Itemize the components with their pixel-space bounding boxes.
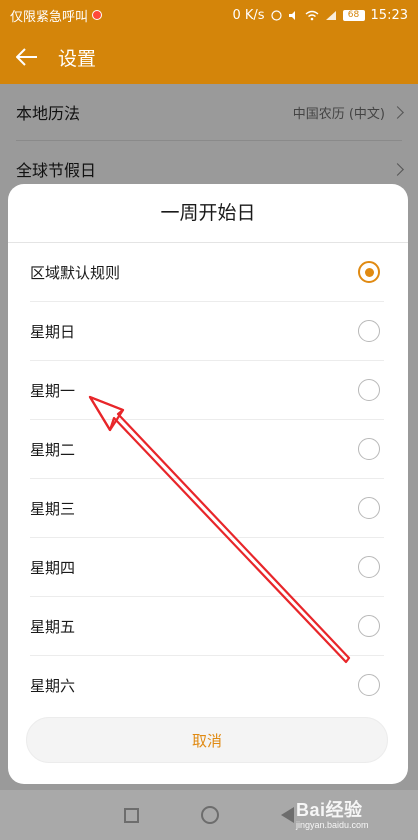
option-label: 星期二 <box>30 440 76 459</box>
radio-button[interactable] <box>358 674 380 696</box>
option-region-default[interactable]: 区域默认规则 <box>30 243 384 302</box>
recents-button[interactable] <box>124 807 139 823</box>
settings-item-local-calendar[interactable]: 本地历法 中国农历 (中文) <box>16 84 404 141</box>
settings-item-right <box>391 162 404 176</box>
cancel-button[interactable]: 取消 <box>26 717 388 763</box>
chevron-right-icon <box>391 105 404 119</box>
option-saturday[interactable]: 星期六 <box>30 656 384 714</box>
signal-icon <box>325 10 336 20</box>
option-sunday[interactable]: 星期日 <box>30 302 384 361</box>
dialog-title: 一周开始日 <box>8 184 408 243</box>
radio-selected[interactable] <box>358 261 380 283</box>
wifi-icon <box>305 10 318 20</box>
settings-item-label: 本地历法 <box>16 104 81 123</box>
arrow-left-icon <box>16 48 37 66</box>
battery-icon: 68 <box>342 9 365 21</box>
radio-button[interactable] <box>358 497 380 519</box>
radio-button[interactable] <box>358 320 380 342</box>
option-thursday[interactable]: 星期四 <box>30 538 384 597</box>
option-label: 区域默认规则 <box>30 263 121 282</box>
baidu-jingyan-watermark: Bai经验 jingyan.baidu.com <box>296 796 412 836</box>
clock: 15:23 <box>370 7 408 23</box>
mute-icon <box>288 10 295 20</box>
option-label: 星期日 <box>30 322 76 341</box>
watermark-brand: Bai经验 <box>296 800 363 820</box>
back-nav-button[interactable] <box>281 807 294 823</box>
option-label: 星期六 <box>30 676 76 695</box>
option-label: 星期一 <box>30 381 76 400</box>
radio-button[interactable] <box>358 379 380 401</box>
chevron-right-icon <box>391 162 404 176</box>
network-speed: 0 K/s <box>232 7 265 23</box>
page-title: 设置 <box>58 47 97 70</box>
status-bar: 仅限紧急呼叫 0 K/s 68 15:23 <box>0 0 418 30</box>
app-header: 设置 <box>0 30 418 84</box>
radio-button[interactable] <box>358 438 380 460</box>
radio-button[interactable] <box>358 615 380 637</box>
nfc-icon <box>270 9 282 21</box>
settings-item-value: 中国农历 (中文) <box>292 106 385 122</box>
back-button[interactable] <box>0 30 54 84</box>
option-label: 星期三 <box>30 499 76 518</box>
sos-icon <box>92 10 103 20</box>
option-wednesday[interactable]: 星期三 <box>30 479 384 538</box>
settings-item-label: 全球节假日 <box>16 161 97 180</box>
option-label: 星期四 <box>30 558 76 577</box>
week-start-dialog: 一周开始日 区域默认规则 星期日 星期一 星期二 星期三 星期四 星期五 星期六… <box>8 184 408 784</box>
option-label: 星期五 <box>30 617 76 636</box>
watermark-url: jingyan.baidu.com <box>296 820 369 830</box>
option-list: 区域默认规则 星期日 星期一 星期二 星期三 星期四 星期五 星期六 <box>30 243 384 714</box>
option-tuesday[interactable]: 星期二 <box>30 420 384 479</box>
emergency-calls-text: 仅限紧急呼叫 <box>10 9 89 25</box>
status-left: 仅限紧急呼叫 <box>10 6 103 25</box>
status-right: 0 K/s 68 15:23 <box>232 8 408 23</box>
home-button[interactable] <box>201 806 219 824</box>
radio-button[interactable] <box>358 556 380 578</box>
settings-item-right: 中国农历 (中文) <box>292 103 404 122</box>
option-friday[interactable]: 星期五 <box>30 597 384 656</box>
option-monday[interactable]: 星期一 <box>30 361 384 420</box>
